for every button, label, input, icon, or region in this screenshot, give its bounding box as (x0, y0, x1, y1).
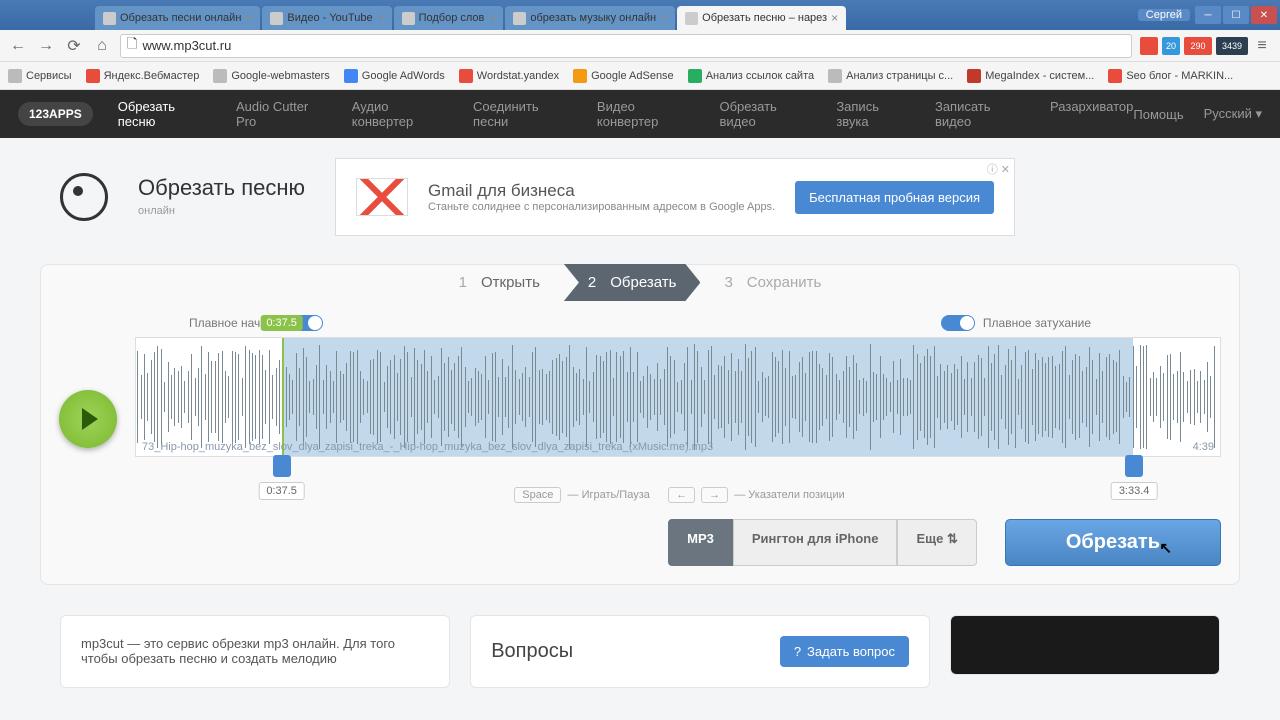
start-handle[interactable] (273, 455, 291, 477)
ad-cta-button[interactable]: Бесплатная пробная версия (795, 181, 994, 214)
extension-icon[interactable]: 3439 (1216, 37, 1248, 55)
ad-close-icon[interactable]: ⓘ ✕ (987, 161, 1010, 177)
tab-icon (103, 12, 116, 25)
app-logo[interactable]: 123APPS (18, 102, 93, 126)
extension-icon[interactable]: 290 (1184, 37, 1212, 55)
bookmark[interactable]: Google AdSense (573, 69, 674, 83)
bookmark-icon (688, 69, 702, 83)
extension-icon[interactable] (1140, 37, 1158, 55)
vinyl-icon (60, 173, 108, 221)
waveform[interactable]: 73_Hip-hop_muzyka_bez_slov_dlya_zapisi_t… (135, 337, 1221, 457)
browser-tab[interactable]: Подбор слов× (394, 6, 504, 30)
bookmark-icon (459, 69, 473, 83)
fade-out-toggle[interactable]: Плавное затухание (941, 315, 1091, 331)
bookmark[interactable]: Google AdWords (344, 69, 445, 83)
bookmark-icon (1108, 69, 1122, 83)
end-time-label: 3:33.4 (1111, 482, 1158, 500)
track-filename: 73_Hip-hop_muzyka_bez_slov_dlya_zapisi_t… (142, 441, 713, 453)
user-badge[interactable]: Сергей (1138, 9, 1190, 21)
track-duration: 4:39 (1193, 441, 1214, 453)
language-selector[interactable]: Русский ▾ (1204, 106, 1262, 122)
bookmark[interactable]: Яндекс.Вебмастер (86, 69, 200, 83)
ad-title: Gmail для бизнеса (428, 181, 775, 201)
format-mp3-button[interactable]: MP3 (668, 519, 733, 566)
gmail-icon (356, 178, 408, 216)
questions-card: Вопросы ?Задать вопрос (470, 615, 930, 688)
close-icon[interactable]: × (245, 11, 252, 25)
tab-icon (685, 12, 698, 25)
nav-cut-video[interactable]: Обрезать видео (719, 99, 814, 129)
description-card: mp3cut — это сервис обрезки mp3 онлайн. … (60, 615, 450, 688)
close-button[interactable]: ✕ (1251, 6, 1277, 24)
close-icon[interactable]: × (377, 11, 384, 25)
bookmark-icon (828, 69, 842, 83)
browser-tab[interactable]: Видео - YouTube× (262, 6, 391, 30)
nav-cut-song[interactable]: Обрезать песню (118, 99, 214, 129)
nav-audio-cutter-pro[interactable]: Audio Cutter Pro (236, 99, 330, 129)
play-button[interactable] (59, 390, 117, 448)
step-cut: 2Обрезать (564, 264, 701, 301)
switch-icon (941, 315, 975, 331)
maximize-button[interactable]: ☐ (1223, 6, 1249, 24)
forward-button[interactable]: → (36, 37, 56, 55)
tab-icon (513, 12, 526, 25)
cursor-icon: ↖ (1159, 539, 1172, 557)
nav-audio-converter[interactable]: Аудио конвертер (352, 99, 451, 129)
bookmark[interactable]: Анализ страницы с... (828, 69, 953, 83)
end-handle[interactable] (1125, 455, 1143, 477)
tab-icon (270, 12, 283, 25)
browser-tab[interactable]: обрезать музыку онлайн× (505, 6, 675, 30)
question-icon: ? (794, 644, 801, 659)
menu-button[interactable]: ≡ (1252, 37, 1272, 55)
ad-subtitle: Станьте солиднее с персонализированным а… (428, 201, 775, 213)
close-icon[interactable]: × (831, 11, 838, 25)
bookmark[interactable]: MegaIndex - систем... (967, 69, 1094, 83)
playhead[interactable] (282, 337, 284, 457)
bookmark[interactable]: Google-webmasters (213, 69, 329, 83)
nav-join-songs[interactable]: Соединить песни (473, 99, 575, 129)
format-iphone-button[interactable]: Рингтон для iPhone (733, 519, 898, 566)
page-icon: 🗋 (127, 35, 137, 57)
help-link[interactable]: Помощь (1133, 107, 1183, 122)
bookmark[interactable]: Сервисы (8, 69, 72, 83)
home-button[interactable]: ⌂ (92, 37, 112, 55)
minimize-button[interactable]: ─ (1195, 6, 1221, 24)
extension-icon[interactable]: 20 (1162, 37, 1180, 55)
bookmark-icon (967, 69, 981, 83)
bookmark[interactable]: Анализ ссылок сайта (688, 69, 814, 83)
bookmark-icon (344, 69, 358, 83)
browser-tab[interactable]: Обрезать песни онлайн× (95, 6, 260, 30)
apps-icon (8, 69, 22, 83)
nav-unarchiver[interactable]: Разархиватор (1050, 99, 1133, 129)
format-more-button[interactable]: Еще ⇅ (897, 519, 976, 566)
ad-banner[interactable]: ⓘ ✕ Gmail для бизнеса Станьте солиднее с… (335, 158, 1015, 236)
step-save: 3Сохранить (700, 264, 845, 301)
address-bar[interactable]: 🗋www.mp3cut.ru (120, 34, 1132, 58)
cut-button[interactable]: Обрезать↖ (1005, 519, 1221, 566)
ad-sidebar[interactable] (950, 615, 1220, 675)
reload-button[interactable]: ⟳ (64, 36, 84, 56)
step-open[interactable]: 1Открыть (435, 264, 564, 301)
nav-record-audio[interactable]: Запись звука (836, 99, 913, 129)
back-button[interactable]: ← (8, 37, 28, 55)
cursor-time-bubble: 0:37.5 (260, 315, 303, 331)
page-title: Обрезать песню (138, 175, 305, 201)
nav-video-converter[interactable]: Видео конвертер (597, 99, 698, 129)
start-time-label: 0:37.5 (258, 482, 305, 500)
ask-question-button[interactable]: ?Задать вопрос (780, 636, 909, 667)
nav-record-video[interactable]: Записать видео (935, 99, 1028, 129)
tab-icon (402, 12, 415, 25)
browser-tab-active[interactable]: Обрезать песню – нарез× (677, 6, 846, 30)
close-icon[interactable]: × (660, 11, 667, 25)
bookmark[interactable]: Wordstat.yandex (459, 69, 559, 83)
page-subtitle: онлайн (138, 205, 175, 217)
bookmark[interactable]: Seo блог - MARKIN... (1108, 69, 1233, 83)
close-icon[interactable]: × (488, 11, 495, 25)
questions-title: Вопросы (491, 640, 573, 663)
bookmark-icon (213, 69, 227, 83)
bookmark-icon (573, 69, 587, 83)
bookmark-icon (86, 69, 100, 83)
